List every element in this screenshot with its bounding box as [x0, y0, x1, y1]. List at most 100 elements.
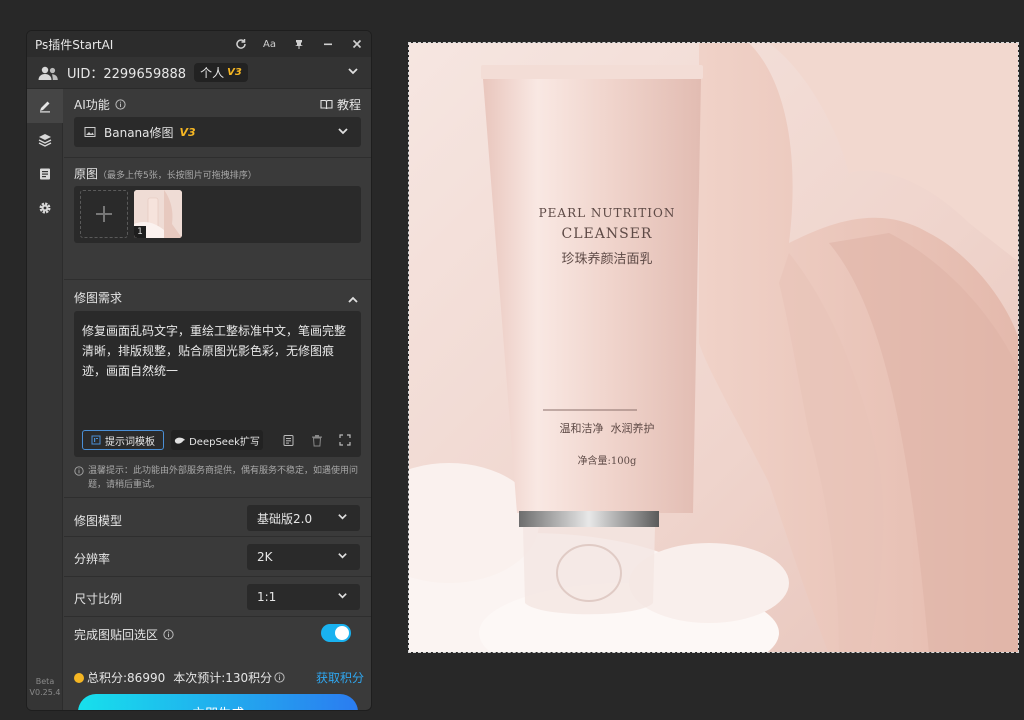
window-title: Ps插件StartAI: [35, 37, 114, 52]
generate-button[interactable]: 立即生成: [78, 694, 358, 710]
divider: [64, 157, 371, 158]
feature-badge: V3: [179, 125, 196, 139]
source-images: 1: [74, 186, 361, 243]
gear-icon: [39, 202, 51, 214]
tutorial-label: 教程: [336, 98, 361, 112]
close-icon[interactable]: [342, 31, 371, 57]
thumbnail-index: 1: [134, 226, 146, 238]
plus-icon: [96, 206, 112, 222]
uid-label: UID：2299659888: [67, 67, 187, 82]
paste-back-row: 完成图贴回选区: [74, 626, 174, 643]
chevron-up-icon[interactable]: [347, 291, 359, 310]
paste-back-toggle[interactable]: [321, 624, 351, 642]
divider: [64, 279, 371, 280]
estimated-points: 本次预计:130积分: [173, 671, 273, 685]
template-label: 提示词模板: [105, 436, 155, 448]
coin-icon: [74, 672, 84, 683]
product-photo: [409, 43, 1018, 652]
toggle-knob: [335, 626, 349, 640]
product-line1: PEARL NUTRITION: [538, 206, 676, 220]
resolution-value: 2K: [257, 550, 273, 564]
template-icon: [91, 435, 101, 445]
ratio-value: 1:1: [257, 590, 277, 604]
whale-icon: [174, 437, 186, 444]
trash-icon[interactable]: [308, 431, 326, 449]
source-header: 原图（最多上传5张，长按图片可拖拽排序）: [74, 165, 257, 182]
pencil-icon: [40, 101, 50, 113]
history-icon[interactable]: [279, 431, 297, 449]
tutorial-link[interactable]: 教程: [320, 96, 361, 113]
requirement-input[interactable]: 修复画面乱码文字，重绘工整标准中文，笔画完整清晰，排版规整，贴合原图光影色彩，无…: [74, 311, 361, 457]
resolution-select[interactable]: 2K: [247, 544, 360, 570]
points-bar: 总积分:86990 本次预计:130积分 获取积分: [74, 669, 364, 686]
plan-label: 个人: [200, 66, 225, 80]
left-nav: Beta V0.25.4: [27, 89, 63, 710]
paste-back-label: 完成图贴回选区: [74, 628, 159, 642]
pin-icon[interactable]: [284, 31, 313, 57]
ratio-label: 尺寸比例: [74, 592, 123, 606]
plan-version: V3: [227, 67, 242, 78]
product-net-weight: 净含量:100g: [577, 456, 637, 467]
nav-edit[interactable]: [27, 89, 63, 123]
deepseek-expand-button[interactable]: DeepSeek扩写: [171, 430, 263, 450]
ratio-select[interactable]: 1:1: [247, 584, 360, 610]
document-canvas[interactable]: PEARL NUTRITION CLEANSER 珍珠养颜洁面乳 温和洁净 水润…: [408, 42, 1019, 653]
divider: [64, 576, 371, 577]
title-bar[interactable]: Ps插件StartAI Aa: [27, 31, 371, 57]
warning-tip: 温馨提示：此功能由外部服务商提供，偶有服务不稳定，如遇使用问题，请稍后重试。: [74, 464, 364, 492]
image-icon: [84, 127, 96, 137]
requirement-label: 修图需求: [74, 291, 123, 305]
document-icon: [40, 168, 50, 180]
product-cn-name: 珍珠养颜洁面乳: [561, 252, 653, 267]
divider: [64, 616, 371, 617]
product-line2: CLEANSER: [561, 226, 653, 242]
source-thumbnail[interactable]: 1: [134, 190, 182, 238]
model-select[interactable]: 基础版2.0: [247, 505, 360, 531]
model-value: 基础版2.0: [257, 511, 313, 526]
product-tagline: 温和洁净 水润养护: [559, 422, 655, 435]
deepseek-label: DeepSeek扩写: [189, 436, 260, 448]
plugin-panel: Ps插件StartAI Aa UID：2299659888 个人 V3 Beta…: [26, 30, 372, 711]
beta-label: Beta: [35, 677, 55, 686]
prompt-template-button[interactable]: 提示词模板: [82, 430, 164, 450]
version-number: V0.25.4: [29, 688, 61, 697]
model-label: 修图模型: [74, 514, 123, 528]
chevron-down-icon: [337, 511, 348, 525]
source-hint: （最多上传5张，长按图片可拖拽排序）: [98, 171, 257, 181]
info-icon: [74, 466, 84, 476]
add-image-button[interactable]: [80, 190, 128, 238]
plan-badge: 个人 V3: [194, 63, 248, 82]
nav-notes[interactable]: [27, 157, 63, 191]
chevron-down-icon: [337, 590, 348, 604]
info-icon[interactable]: [274, 672, 285, 683]
ai-section-header: AI功能: [74, 96, 126, 113]
chevron-down-icon: [337, 125, 349, 140]
nav-layers[interactable]: [27, 123, 63, 157]
users-icon: [38, 66, 58, 80]
divider: [64, 497, 371, 498]
info-icon[interactable]: [163, 629, 174, 640]
font-icon[interactable]: Aa: [255, 31, 284, 57]
feature-value: Banana修图: [104, 125, 174, 140]
refresh-icon[interactable]: [226, 31, 255, 57]
layers-icon: [38, 134, 52, 147]
minimize-icon[interactable]: [313, 31, 342, 57]
divider: [64, 536, 371, 537]
ai-section-label: AI功能: [74, 98, 110, 112]
source-label: 原图: [74, 167, 99, 181]
version-info: Beta V0.25.4: [27, 676, 63, 698]
total-points: 总积分:86990: [87, 671, 166, 685]
get-points-link[interactable]: 获取积分: [316, 669, 364, 686]
resolution-label: 分辨率: [74, 552, 111, 566]
info-icon[interactable]: [115, 99, 126, 110]
chevron-down-icon: [337, 550, 348, 564]
chevron-down-icon[interactable]: [347, 65, 359, 81]
book-icon: [320, 99, 333, 110]
feature-select[interactable]: Banana修图 V3: [74, 117, 361, 147]
user-bar[interactable]: UID：2299659888 个人 V3: [27, 57, 371, 89]
main-content: AI功能 教程 Banana修图 V3 原图（最多上传5张，长按图片可拖拽排序）: [64, 89, 371, 710]
tip-text: 温馨提示：此功能由外部服务商提供，偶有服务不稳定，如遇使用问题，请稍后重试。: [88, 466, 359, 490]
requirement-text[interactable]: 修复画面乱码文字，重绘工整标准中文，笔画完整清晰，排版规整，贴合原图光影色彩，无…: [82, 321, 354, 381]
expand-icon[interactable]: [336, 431, 354, 449]
nav-settings[interactable]: [27, 191, 63, 225]
